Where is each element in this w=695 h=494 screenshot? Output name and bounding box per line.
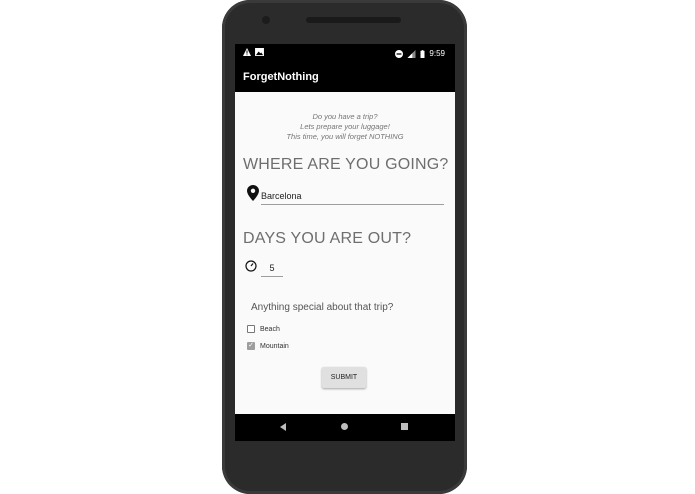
intro-text: Do you have a trip? Lets prepare your lu… bbox=[235, 112, 455, 142]
location-pin-icon bbox=[247, 185, 259, 201]
status-bar: 9:59 bbox=[235, 44, 455, 64]
front-camera bbox=[262, 16, 270, 24]
home-icon[interactable] bbox=[341, 423, 348, 430]
mountain-option[interactable]: ✓ Mountain bbox=[247, 342, 289, 350]
system-nav-bar bbox=[235, 414, 455, 441]
app-title: ForgetNothing bbox=[243, 71, 319, 83]
intro-line-3: This time, you will forget NOTHING bbox=[286, 132, 404, 141]
intro-line-2: Lets prepare your luggage! bbox=[300, 122, 390, 131]
earpiece-speaker bbox=[306, 17, 401, 23]
phone-frame: 9:59 ForgetNothing Do you have a trip? L… bbox=[222, 0, 467, 494]
image-icon bbox=[255, 48, 264, 56]
beach-checkbox[interactable] bbox=[247, 325, 255, 333]
submit-button[interactable]: SUBMIT bbox=[322, 367, 366, 388]
days-input[interactable]: 5 bbox=[261, 263, 283, 277]
warning-icon bbox=[243, 48, 251, 56]
beach-option[interactable]: Beach bbox=[247, 325, 280, 333]
intro-line-1: Do you have a trip? bbox=[312, 112, 378, 121]
timer-icon bbox=[245, 260, 257, 272]
dnd-icon bbox=[395, 49, 404, 58]
mountain-checkbox[interactable]: ✓ bbox=[247, 342, 255, 350]
app-bar: ForgetNothing bbox=[235, 64, 455, 92]
special-question: Anything special about that trip? bbox=[251, 302, 394, 313]
mountain-label: Mountain bbox=[260, 342, 289, 350]
device-screen: 9:59 ForgetNothing Do you have a trip? L… bbox=[235, 44, 455, 441]
destination-heading: WHERE ARE YOU GOING? bbox=[243, 156, 449, 173]
status-time: 9:59 bbox=[429, 49, 445, 58]
recents-icon[interactable] bbox=[401, 423, 408, 430]
destination-input[interactable]: Barcelona bbox=[261, 191, 444, 205]
trip-form: Do you have a trip? Lets prepare your lu… bbox=[235, 92, 455, 414]
battery-icon bbox=[420, 49, 425, 58]
days-heading: DAYS YOU ARE OUT? bbox=[243, 230, 412, 247]
signal-icon bbox=[407, 49, 416, 58]
back-icon[interactable] bbox=[280, 423, 286, 431]
beach-label: Beach bbox=[260, 325, 280, 333]
